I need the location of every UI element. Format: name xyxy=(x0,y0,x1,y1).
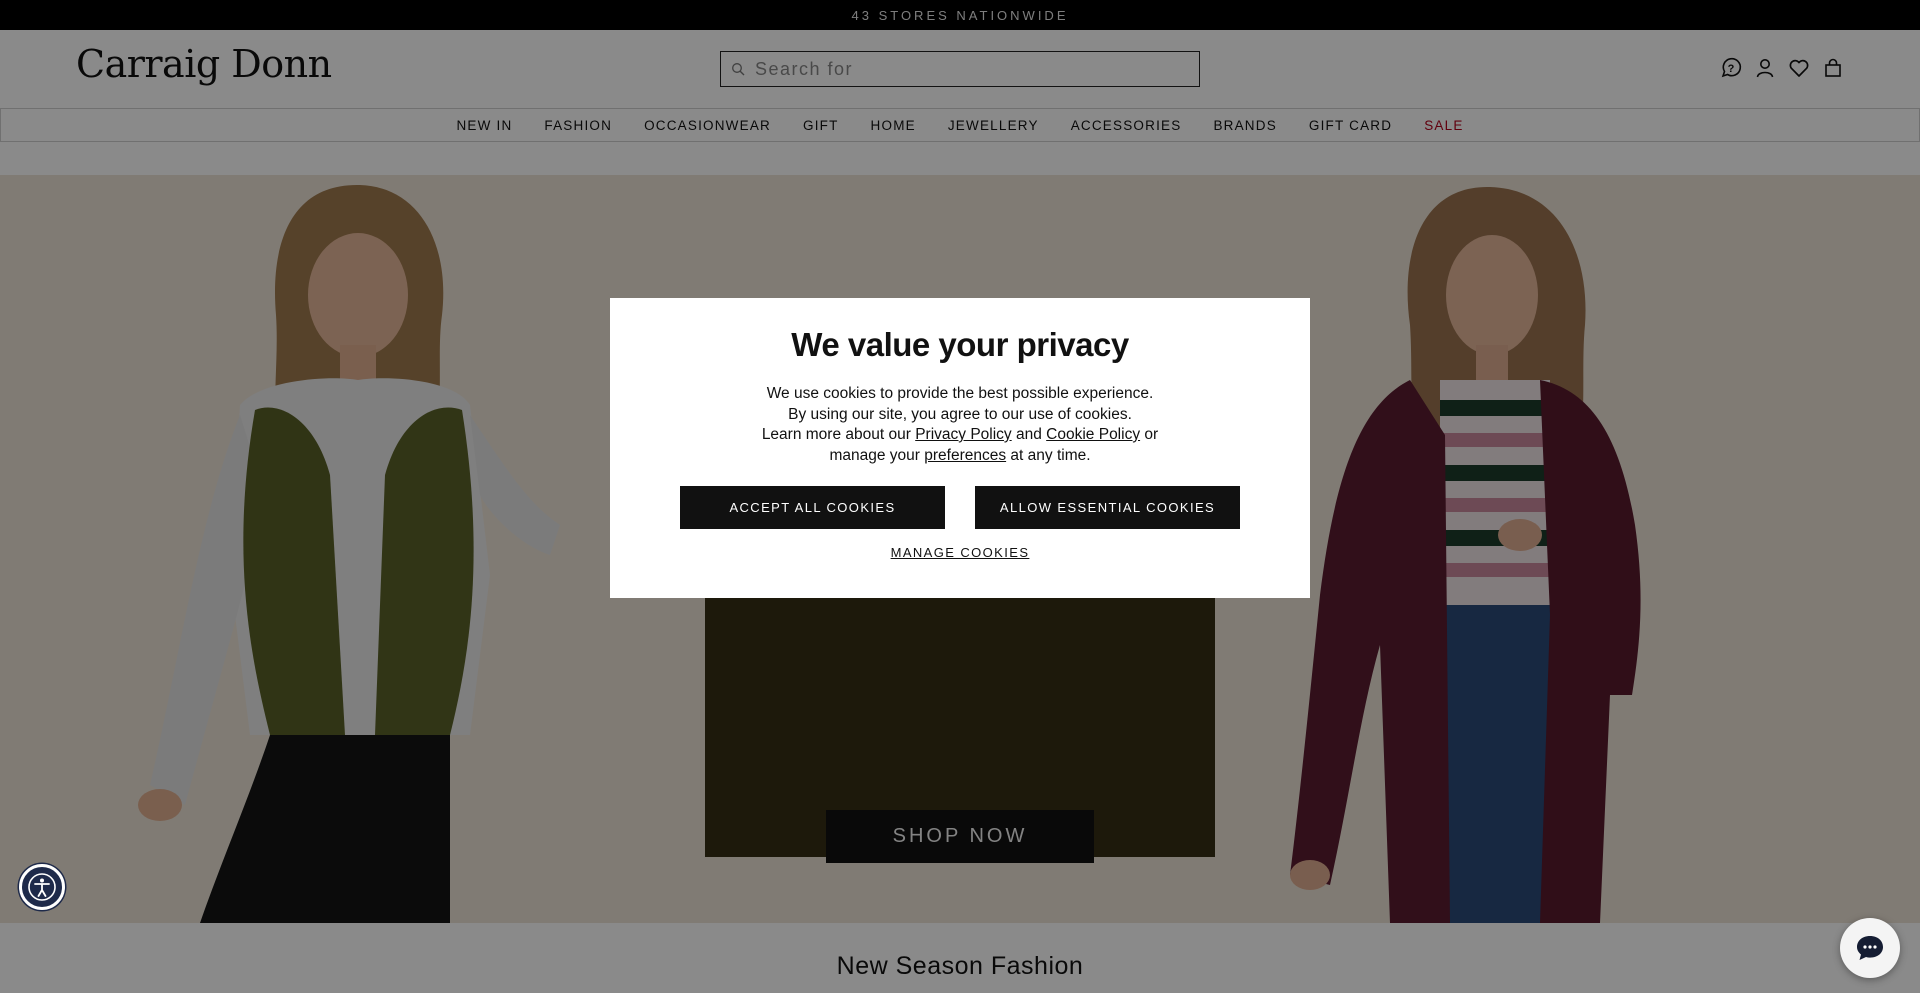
cookie-policy-link[interactable]: Cookie Policy xyxy=(1046,426,1140,443)
manage-cookies-container: MANAGE COOKIES xyxy=(610,544,1310,562)
cookie-text-line-1: We use cookies to provide the best possi… xyxy=(766,385,1154,402)
privacy-policy-link[interactable]: Privacy Policy xyxy=(915,426,1011,443)
manage-your-text: manage your xyxy=(829,446,920,464)
page: 43 STORES NATIONWIDE Carraig Donn ? xyxy=(0,0,1920,993)
accept-all-cookies-button[interactable]: ACCEPT ALL COOKIES xyxy=(680,486,945,529)
chat-button[interactable] xyxy=(1840,918,1900,978)
accessibility-icon xyxy=(28,873,56,901)
and-text: and xyxy=(1015,426,1042,443)
manage-cookies-link[interactable]: MANAGE COOKIES xyxy=(891,545,1030,560)
cookie-consent-modal: We value your privacy We use cookies to … xyxy=(610,298,1310,598)
or-text: or xyxy=(1144,426,1159,443)
allow-essential-cookies-button[interactable]: ALLOW ESSENTIAL COOKIES xyxy=(975,486,1240,529)
cookie-text-line-4: manage your preferences at any time. xyxy=(750,446,1170,467)
any-time-text: at any time. xyxy=(1010,446,1091,464)
chat-bubble-icon xyxy=(1857,936,1883,960)
cookie-text-line-2: By using our site, you agree to our use … xyxy=(788,405,1132,423)
accessibility-button[interactable] xyxy=(19,864,65,910)
cookie-button-row: ACCEPT ALL COOKIES ALLOW ESSENTIAL COOKI… xyxy=(680,486,1240,529)
cookie-modal-body: We use cookies to provide the best possi… xyxy=(750,384,1170,466)
learn-more-text: Learn more about our xyxy=(761,426,911,443)
cookie-modal-title: We value your privacy xyxy=(791,326,1129,363)
cookie-text-line-3: Learn more about our Privacy Policy and … xyxy=(750,425,1170,446)
preferences-link[interactable]: preferences xyxy=(924,447,1006,464)
